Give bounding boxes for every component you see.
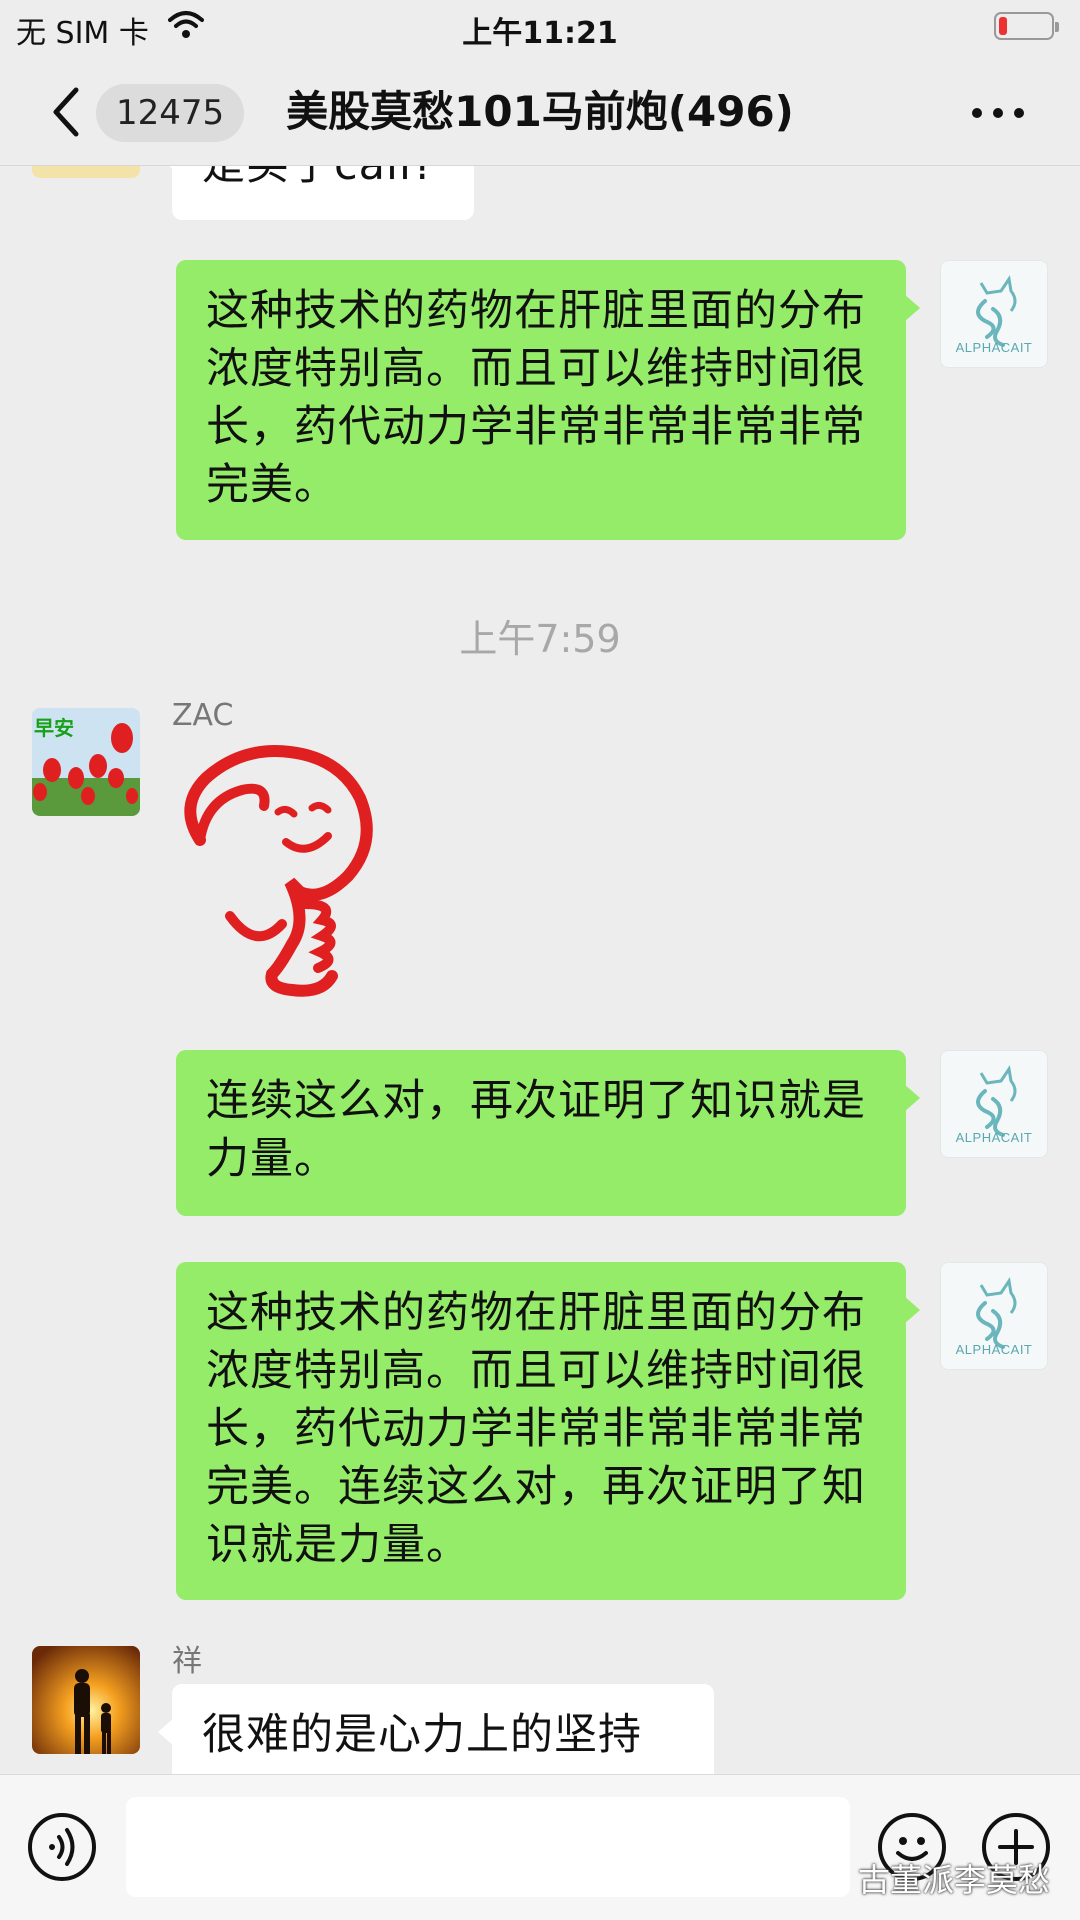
dot — [1014, 108, 1024, 118]
message-timestamp: 上午7:59 — [459, 617, 621, 661]
more-horizontal-icon[interactable] — [972, 104, 1024, 120]
chevron-left-icon[interactable] — [48, 86, 84, 138]
message-bubble[interactable]: 连续这么对，再次证明了知识就是力量。 — [176, 1050, 920, 1216]
voice-wave-glyph — [49, 1828, 75, 1866]
sender-name: 祥 — [172, 1644, 202, 1679]
message-bubble[interactable]: 这种技术的药物在肝脏里面的分布浓度特别高。而且可以维持时间很长，药代动力学非常非… — [176, 260, 920, 540]
avatar[interactable]: ALPHACAIT — [940, 1050, 1048, 1158]
dot — [972, 108, 982, 118]
status-time: 上午11:21 — [462, 16, 618, 51]
smiling-face-sticker[interactable] — [172, 744, 382, 1004]
message-list[interactable]: 是买了call? 这种技术的药物在肝脏里面的分布浓度特别高。而且可以维持时间很长… — [0, 166, 1080, 1774]
input-bar: 古董派李莫愁 — [0, 1774, 1080, 1920]
avatar[interactable]: ALPHACAIT — [940, 1262, 1048, 1370]
message-text: 这种技术的药物在肝脏里面的分布浓度特别高。而且可以维持时间很长，药代动力学非常非… — [206, 286, 866, 510]
message-bubble[interactable]: 很难的是心力上的坚持 — [158, 1684, 714, 1774]
avatar[interactable] — [32, 1646, 140, 1754]
avatar-caption: ALPHACAIT — [955, 340, 1033, 355]
status-bar: 无 SIM 卡 上午11:21 — [0, 0, 1080, 56]
dot — [993, 108, 1003, 118]
avatar-caption: ALPHACAIT — [955, 1342, 1033, 1357]
message-text: 这种技术的药物在肝脏里面的分布浓度特别高。而且可以维持时间很长，药代动力学非常非… — [206, 1288, 866, 1570]
watermark-text: 古董派李莫愁 — [857, 1861, 1050, 1899]
chat-header: 12475 美股莫愁101马前炮(496) — [0, 56, 1080, 166]
avatar[interactable]: ALPHACAIT — [940, 260, 1048, 368]
battery-icon — [994, 12, 1059, 40]
avatar-text: 早安 — [34, 716, 74, 740]
avatar[interactable]: 早安 — [32, 708, 140, 816]
message-input[interactable] — [126, 1797, 850, 1897]
message-text: 连续这么对，再次证明了知识就是力量。 — [206, 1076, 866, 1184]
sunset-silhouette-photo — [32, 1646, 140, 1754]
message-bubble[interactable]: 是买了call? — [158, 166, 474, 220]
avatar[interactable] — [32, 166, 140, 178]
sender-name: ZAC — [172, 698, 234, 733]
battery-level — [999, 17, 1007, 35]
voice-icon[interactable] — [28, 1813, 96, 1881]
message-text: 是买了call? — [202, 166, 436, 190]
message-bubble[interactable]: 这种技术的药物在肝脏里面的分布浓度特别高。而且可以维持时间很长，药代动力学非常非… — [176, 1262, 920, 1600]
chat-title: 美股莫愁101马前炮(496) — [286, 87, 794, 136]
avatar-caption: ALPHACAIT — [955, 1130, 1033, 1145]
message-text: 很难的是心力上的坚持 — [202, 1710, 642, 1760]
